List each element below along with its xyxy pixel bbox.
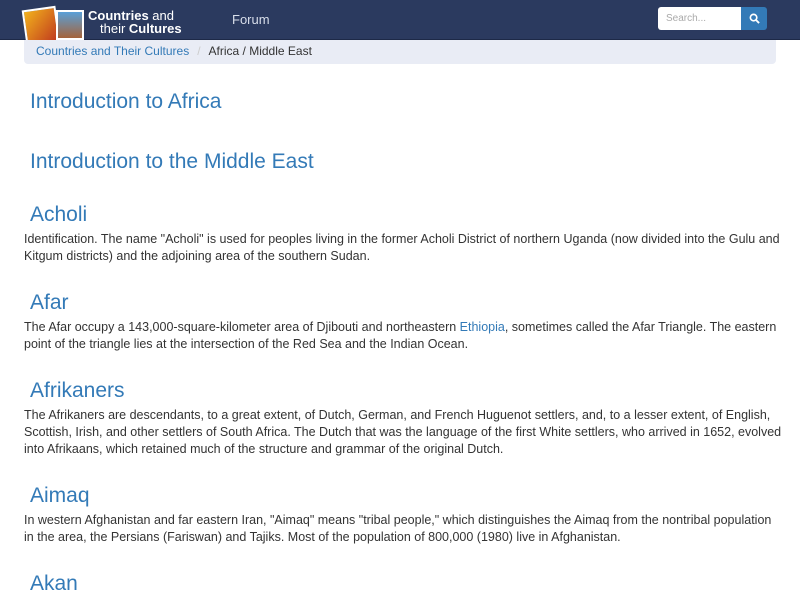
entry-summary: In western Afghanistan and far eastern I…	[24, 513, 772, 544]
intro-middle-east-link[interactable]: Introduction to the Middle East	[24, 148, 784, 176]
search-button[interactable]	[741, 7, 767, 30]
entry-akan: Akan	[24, 570, 784, 598]
entry-summary: Identification. The name "Acholi" is use…	[24, 232, 780, 263]
entry-title-link[interactable]: Akan	[24, 570, 784, 598]
entry-title-link[interactable]: Afrikaners	[24, 377, 784, 405]
entry-acholi: Acholi Identification. The name "Acholi"…	[24, 201, 784, 265]
entry-aimaq: Aimaq In western Afghanistan and far eas…	[24, 482, 784, 546]
main-content: Introduction to Africa Introduction to t…	[24, 88, 784, 600]
breadcrumb-current: Africa / Middle East	[208, 44, 312, 58]
logo-image-statue	[56, 10, 84, 40]
breadcrumb: Countries and Their Cultures / Africa / …	[24, 40, 776, 64]
search-input[interactable]	[658, 7, 741, 30]
entry-title-link[interactable]: Acholi	[24, 201, 784, 229]
entry-summary: The Afrikaners are descendants, to a gre…	[24, 408, 782, 456]
site-header: Countries and their Cultures Forum	[0, 0, 800, 47]
entry-afar: Afar The Afar occupy a 143,000-square-ki…	[24, 289, 784, 353]
entry-afrikaners: Afrikaners The Afrikaners are descendant…	[24, 377, 784, 458]
intro-africa-link[interactable]: Introduction to Africa	[24, 88, 784, 116]
entry-title-link[interactable]: Aimaq	[24, 482, 784, 510]
search-icon	[749, 13, 760, 24]
logo-text-line2: their Cultures	[100, 21, 182, 36]
entry-summary: The Afar occupy a 143,000-square-kilomet…	[24, 320, 777, 351]
entry-title-link[interactable]: Afar	[24, 289, 784, 317]
breadcrumb-home-link[interactable]: Countries and Their Cultures	[36, 44, 189, 60]
nav-forum-link[interactable]: Forum	[232, 12, 270, 27]
ethiopia-link[interactable]: Ethiopia	[460, 320, 505, 334]
breadcrumb-separator: /	[197, 44, 201, 58]
